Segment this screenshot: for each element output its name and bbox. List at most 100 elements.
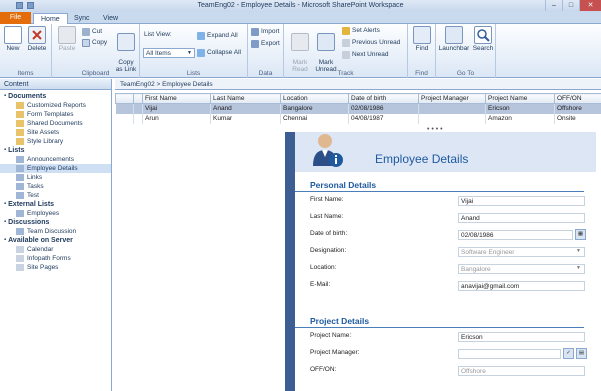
nav-item-customized-reports[interactable]: Customized Reports [0, 101, 111, 110]
nav-item-links[interactable]: Links [0, 173, 111, 182]
column-header[interactable]: Project Manager [418, 93, 486, 104]
row-flag [133, 113, 143, 124]
tab-file[interactable]: File [0, 12, 31, 24]
folder-icon [16, 111, 24, 118]
calendar-icon: ▦ [577, 231, 584, 237]
field-label: First Name: [310, 196, 344, 203]
section-external-lists[interactable]: ▪ External Lists [0, 200, 111, 209]
tab-sync[interactable]: Sync [67, 13, 97, 24]
set-alerts-button[interactable]: Set Alerts [342, 27, 380, 35]
cell: Ericson [485, 103, 555, 114]
group-label-find: Find [415, 70, 428, 77]
form-banner: Employee Details [295, 132, 596, 172]
title-bar: TeamEng02 - Employee Details - Microsoft… [0, 0, 601, 12]
maximize-button[interactable]: □ [562, 0, 579, 11]
search-button[interactable]: Search [472, 26, 494, 52]
main-pane: TeamEng02 > Employee Details First Name … [115, 79, 601, 391]
dob-field[interactable]: 02/08/1986 [458, 230, 573, 240]
export-button[interactable]: Export [251, 40, 280, 48]
section-discussions[interactable]: ▪ Discussions [0, 218, 111, 227]
launchbar-button[interactable]: Launchbar [438, 26, 470, 52]
nav-item-calendar[interactable]: Calendar [0, 245, 111, 254]
list-icon [16, 165, 24, 172]
tab-view[interactable]: View [96, 13, 125, 24]
column-header[interactable]: Last Name [210, 93, 281, 104]
offon-select[interactable]: Offshore [458, 366, 585, 376]
column-header[interactable]: Location [280, 93, 349, 104]
close-button[interactable]: ✕ [579, 0, 601, 11]
nav-item-style-library[interactable]: Style Library [0, 137, 111, 146]
group-label-lists: Lists [186, 70, 201, 77]
field-label: Designation: [310, 247, 347, 254]
section-lists[interactable]: ▪ Lists [0, 146, 111, 155]
field-label: Project Manager: [310, 349, 360, 356]
collapse-icon: ▪ [4, 201, 7, 207]
cut-button[interactable]: Cut [82, 28, 102, 36]
nav-item-infopath-forms[interactable]: Infopath Forms [0, 254, 111, 263]
cell: Anand [210, 103, 281, 114]
collapse-all-button[interactable]: Collapse All [197, 49, 241, 57]
calendar-picker-button[interactable]: ▦ [575, 229, 586, 240]
table-row[interactable]: Vijai Anand Bangalore 02/08/1986 Ericson… [115, 103, 601, 114]
save-icon[interactable] [27, 2, 34, 9]
collapse-icon: ▪ [4, 93, 7, 99]
table-row[interactable]: Arun Kumar Chennai 04/08/1987 Amazon Ons… [115, 113, 601, 124]
column-header[interactable]: OFF/ON [554, 93, 601, 104]
check-names-button[interactable]: ✓ [563, 348, 574, 359]
designation-select[interactable]: Software Engineer [458, 247, 585, 257]
copy-as-link-button[interactable]: Copy as Link [115, 26, 137, 73]
app-icon[interactable] [16, 2, 23, 9]
paste-button[interactable]: Paste [57, 26, 77, 52]
section-documents[interactable]: ▪ Documents [0, 92, 111, 101]
collapse-icon [197, 49, 205, 57]
section-heading-project: Project Details [295, 314, 584, 328]
project-name-field[interactable]: Ericson [458, 332, 585, 342]
column-header[interactable]: Date of birth [348, 93, 419, 104]
nav-item-form-templates[interactable]: Form Templates [0, 110, 111, 119]
delete-button[interactable]: Delete [26, 26, 48, 52]
nav-item-shared-documents[interactable]: Shared Documents [0, 119, 111, 128]
nav-item-announcements[interactable]: Announcements [0, 155, 111, 164]
group-track: Mark Read Mark Unread Set Alerts Previou… [284, 24, 408, 78]
expand-all-button[interactable]: Expand All [197, 32, 238, 40]
next-unread-button[interactable]: Next Unread [342, 51, 389, 59]
nav-item-employee-details[interactable]: Employee Details [0, 164, 111, 173]
expand-icon [197, 32, 205, 40]
new-icon [4, 26, 22, 44]
nav-item-site-pages[interactable]: Site Pages [0, 263, 111, 272]
first-name-field[interactable]: Vijai [458, 196, 585, 206]
mark-read-button[interactable]: Mark Read [288, 26, 312, 73]
copy-button[interactable]: Copy [82, 39, 107, 47]
import-button[interactable]: Import [251, 28, 279, 36]
address-book-button[interactable]: ▤ [576, 348, 587, 359]
location-select[interactable]: Bangalore [458, 264, 585, 274]
nav-item-employees[interactable]: Employees [0, 209, 111, 218]
last-name-field[interactable]: Anand [458, 213, 585, 223]
nav-item-site-assets[interactable]: Site Assets [0, 128, 111, 137]
find-button[interactable]: Find [411, 26, 433, 52]
breadcrumb: TeamEng02 > Employee Details [115, 79, 601, 90]
email-field[interactable]: anavijai@gmail.com [458, 281, 585, 291]
list-view-select[interactable]: All Items ▼ [143, 48, 195, 58]
grid-header-icon [115, 93, 134, 104]
nav-item-tasks[interactable]: Tasks [0, 182, 111, 191]
nav-item-test[interactable]: Test [0, 191, 111, 200]
previous-unread-button[interactable]: Previous Unread [342, 39, 400, 47]
project-manager-field[interactable] [458, 349, 561, 359]
group-items: New Delete Items [0, 24, 52, 78]
column-header[interactable]: Project Name [485, 93, 555, 104]
group-lists: List View: All Items ▼ Expand All Collap… [140, 24, 248, 78]
column-header[interactable]: First Name [142, 93, 211, 104]
field-label: Date of birth: [310, 230, 348, 237]
mark-unread-button[interactable]: Mark Unread [314, 26, 338, 73]
section-available-on-server[interactable]: ▪ Available on Server [0, 236, 111, 245]
content-nav: ▪ Documents Customized Reports Form Templ… [0, 90, 111, 272]
cell: Vijai [142, 103, 211, 114]
nav-item-team-discussion[interactable]: Team Discussion [0, 227, 111, 236]
minimize-button[interactable]: – [545, 0, 562, 11]
content-pane: Content ▪ Documents Customized Reports Fo… [0, 79, 112, 391]
ribbon: New Delete Items Paste Cut Copy Copy as … [0, 24, 601, 78]
new-button[interactable]: New [3, 26, 23, 52]
group-clipboard: Paste Cut Copy Copy as Link Clipboard [52, 24, 140, 78]
form-row-first-name: First Name: Vijai [295, 192, 596, 209]
